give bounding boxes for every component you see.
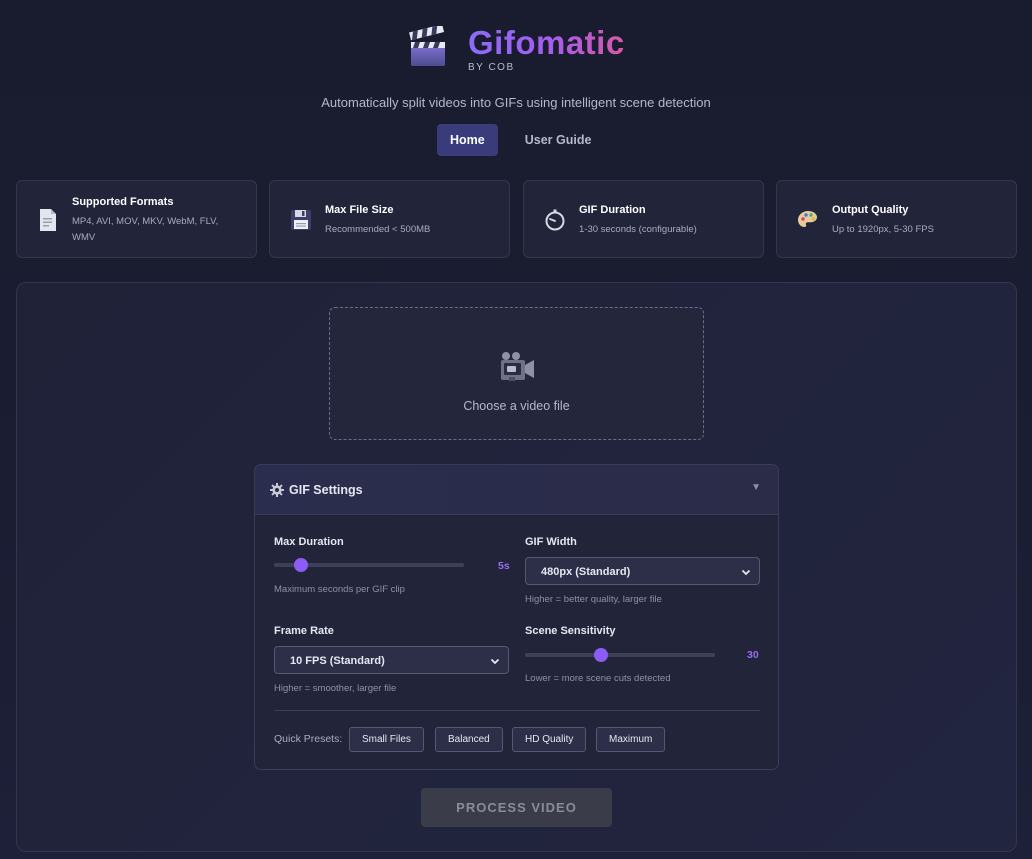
scene-sensitivity-hint: Lower = more scene cuts detected (525, 673, 671, 684)
preset-balanced-button[interactable]: Balanced (435, 727, 503, 752)
process-video-button[interactable]: PROCESS VIDEO (421, 788, 612, 827)
info-card-desc: 1-30 seconds (configurable) (579, 224, 697, 235)
info-card-title: GIF Duration (579, 204, 646, 216)
chevron-down-icon[interactable]: ▼ (751, 482, 761, 493)
gif-width-select[interactable]: 480px (Standard) (525, 557, 760, 585)
upload-label: Choose a video file (463, 399, 570, 413)
gif-settings-panel: GIF Settings ▼ Max Duration 5s Maximum s… (254, 464, 779, 770)
preset-maximum-button[interactable]: Maximum (596, 727, 666, 752)
tagline: Automatically split videos into GIFs usi… (321, 95, 711, 110)
brand-header: Gifomatic BY COB (0, 22, 1032, 74)
floppy-disk-icon (291, 210, 311, 230)
gif-settings-title: GIF Settings (289, 483, 363, 497)
frame-rate-hint: Higher = smoother, larger file (274, 683, 397, 694)
video-upload-dropzone[interactable]: Choose a video file (329, 307, 704, 440)
quick-presets-label: Quick Presets: (274, 733, 343, 745)
info-card-file-size: Max File Size Recommended < 500MB (269, 180, 510, 258)
tab-home[interactable]: Home (437, 124, 498, 156)
chevron-down-icon (490, 658, 500, 665)
clapperboard-icon (409, 26, 445, 66)
gif-width-hint: Higher = better quality, larger file (525, 594, 662, 605)
main-nav: Home User Guide (437, 124, 604, 156)
frame-rate-select[interactable]: 10 FPS (Standard) (274, 646, 509, 674)
scene-sensitivity-value: 30 (747, 649, 759, 661)
scene-sensitivity-slider-thumb[interactable] (594, 648, 608, 662)
gif-width-selected: 480px (Standard) (541, 566, 631, 578)
info-card-title: Output Quality (832, 204, 909, 216)
app-byline: BY COB (468, 62, 515, 73)
max-duration-slider-thumb[interactable] (293, 558, 308, 572)
preset-hd-quality-button[interactable]: HD Quality (512, 727, 587, 752)
info-card-desc: MP4, AVI, MOV, MKV, WebM, FLV, WMV (72, 216, 219, 243)
preset-small-files-button[interactable]: Small Files (349, 727, 424, 752)
max-duration-label: Max Duration (274, 536, 344, 548)
info-card-title: Supported Formats (72, 196, 174, 208)
app-title: Gifomatic (468, 24, 625, 61)
info-card-quality: Output Quality Up to 1920px, 5-30 FPS (776, 180, 1017, 258)
palette-icon (798, 211, 817, 227)
stopwatch-icon (545, 209, 565, 231)
max-duration-value: 5s (498, 560, 510, 572)
max-duration-hint: Maximum seconds per GIF clip (274, 584, 405, 595)
video-camera-icon (501, 352, 534, 381)
settings-divider (274, 710, 760, 711)
frame-rate-selected: 10 FPS (Standard) (290, 655, 385, 667)
info-card-desc: Up to 1920px, 5-30 FPS (832, 224, 934, 235)
gear-icon (270, 483, 284, 497)
scene-sensitivity-slider-track[interactable] (525, 653, 715, 657)
tab-user-guide[interactable]: User Guide (512, 124, 605, 156)
gif-width-label: GIF Width (525, 536, 577, 548)
info-card-duration: GIF Duration 1-30 seconds (configurable) (523, 180, 764, 258)
info-card-title: Max File Size (325, 204, 394, 216)
document-icon (40, 209, 56, 231)
info-card-formats: Supported Formats MP4, AVI, MOV, MKV, We… (16, 180, 257, 258)
info-card-desc: Recommended < 500MB (325, 224, 431, 235)
chevron-down-icon (741, 569, 751, 576)
frame-rate-label: Frame Rate (274, 625, 334, 637)
gif-settings-header[interactable]: GIF Settings ▼ (255, 465, 778, 515)
scene-sensitivity-label: Scene Sensitivity (525, 625, 616, 637)
